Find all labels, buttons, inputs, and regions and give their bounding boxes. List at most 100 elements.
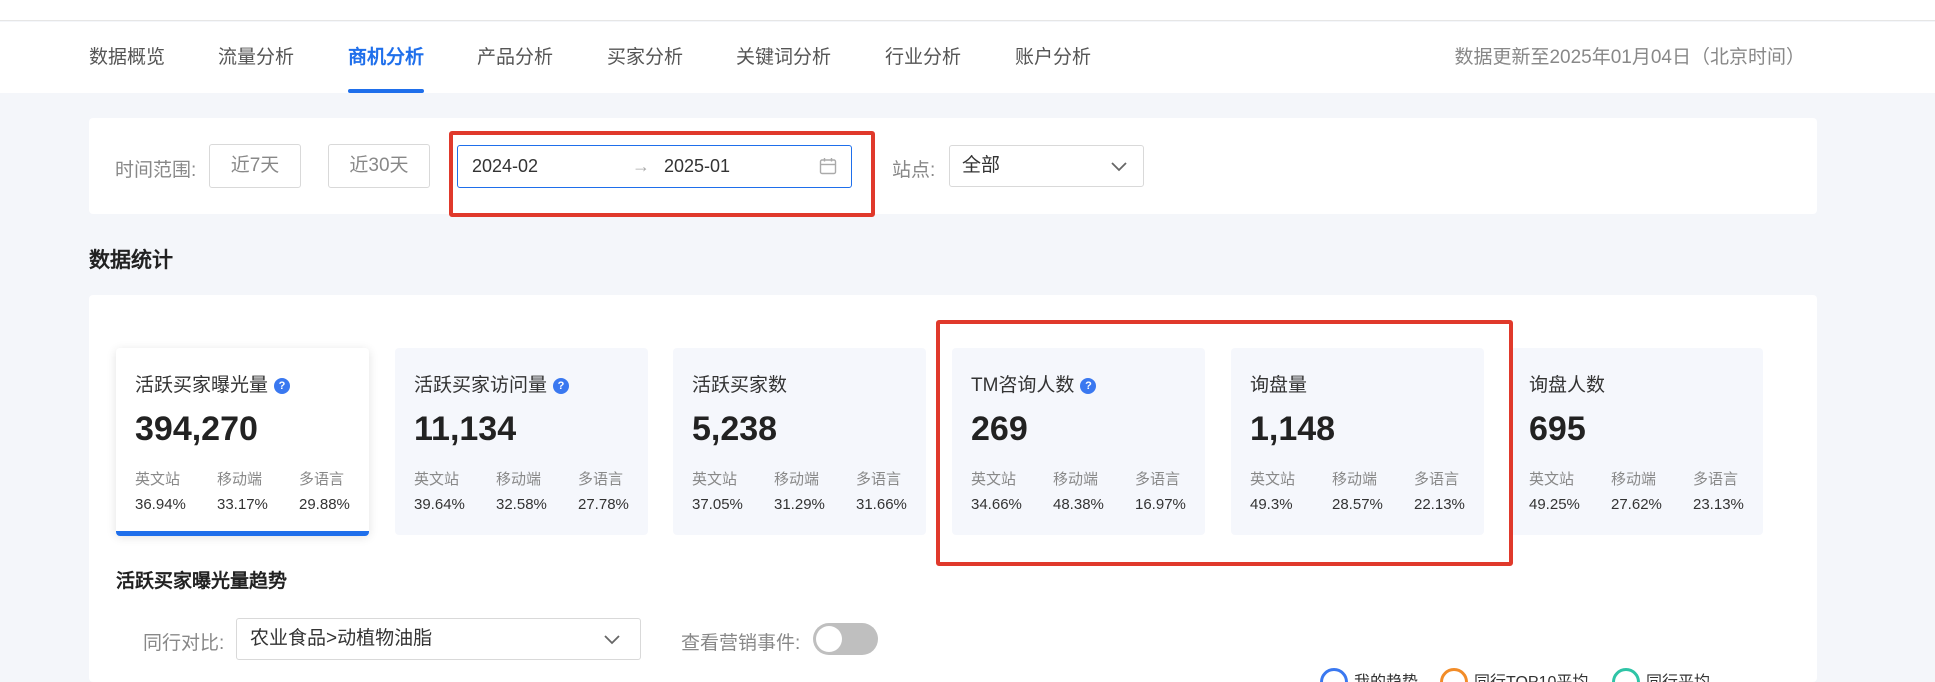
stat-card-share: 多语言 22.13% xyxy=(1414,468,1484,513)
share-value: 32.58% xyxy=(496,496,547,513)
stat-card-share: 移动端 33.17% xyxy=(217,468,287,513)
stat-card-buyer-visits[interactable]: 活跃买家访问量? 11,134 英文站 39.64% 移动端 32.58% 多语言 27.78… xyxy=(395,348,648,535)
share-value: 39.64% xyxy=(414,496,465,513)
help-icon[interactable]: ? xyxy=(553,378,570,394)
stat-card-share: 移动端 28.57% xyxy=(1332,468,1402,513)
stat-card-title: 活跃买家数 xyxy=(692,370,787,397)
tab-keyword-analysis[interactable]: 关键词分析 xyxy=(736,22,831,93)
share-label: 移动端 xyxy=(1332,471,1378,488)
stat-card-value: 269 xyxy=(971,410,1028,448)
date-range-arrow: → xyxy=(632,156,650,176)
share-value: 33.17% xyxy=(217,496,268,513)
chevron-down-icon xyxy=(604,635,620,645)
site-label: 站点: xyxy=(892,160,936,181)
stat-card-title-text: 活跃买家访问量 xyxy=(414,375,548,396)
stat-card-title: 询盘量 xyxy=(1250,370,1307,397)
stat-card-share: 英文站 49.3% xyxy=(1250,468,1320,513)
legend-my-trend[interactable]: 我的趋势 xyxy=(1320,668,1418,682)
share-value: 31.29% xyxy=(774,496,825,513)
share-value: 49.3% xyxy=(1250,496,1293,513)
stat-card-share: 多语言 29.88% xyxy=(299,468,369,513)
stat-card-inquiry-count[interactable]: 询盘量 1,148 英文站 49.3% 移动端 28.57% 多语言 22.13% xyxy=(1231,348,1484,535)
legend-label: 我的趋势 xyxy=(1354,674,1418,682)
share-value: 36.94% xyxy=(135,496,186,513)
share-value: 23.13% xyxy=(1693,496,1744,513)
share-label: 英文站 xyxy=(1250,471,1296,488)
share-label: 移动端 xyxy=(1053,471,1099,488)
stat-card-share: 英文站 36.94% xyxy=(135,468,205,513)
stat-card-title-text: 询盘人数 xyxy=(1529,375,1606,396)
tab-opportunity-analysis[interactable]: 商机分析 xyxy=(348,22,425,93)
peer-compare-value: 农业食品>动植物油脂 xyxy=(250,628,433,649)
stat-card-title: 询盘人数 xyxy=(1529,370,1605,397)
stat-card-value: 394,270 xyxy=(135,410,258,448)
stat-card-tm-inquiries[interactable]: TM咨询人数? 269 英文站 34.66% 移动端 48.38% 多语言 16.97% xyxy=(952,348,1205,535)
stat-card-share: 移动端 32.58% xyxy=(496,468,566,513)
legend-marker-icon xyxy=(1320,668,1348,682)
stat-card-value: 11,134 xyxy=(414,410,517,448)
legend-peer-avg[interactable]: 同行平均 xyxy=(1612,668,1710,682)
stat-card-share: 英文站 39.64% xyxy=(414,468,484,513)
date-range-picker[interactable]: 2024-02 → 2025-01 xyxy=(457,145,852,188)
share-value: 34.66% xyxy=(971,496,1022,513)
stat-card-share: 多语言 23.13% xyxy=(1693,468,1763,513)
share-label: 多语言 xyxy=(1693,471,1739,488)
trend-title: 活跃买家曝光量趋势 xyxy=(116,571,288,592)
site-select[interactable]: 全部 xyxy=(949,145,1144,187)
stat-card-title: 活跃买家访问量? xyxy=(414,370,570,397)
nav-bar: 数据概览 流量分析 商机分析 产品分析 买家分析 关键词分析 行业分析 账户分析… xyxy=(0,22,1935,93)
stat-card-buyer-exposure[interactable]: 活跃买家曝光量? 394,270 英文站 36.94% 移动端 33.17% 多语言 29.8… xyxy=(116,348,369,536)
share-value: 48.38% xyxy=(1053,496,1104,513)
stat-card-share: 移动端 31.29% xyxy=(774,468,844,513)
peer-compare-label: 同行对比: xyxy=(143,633,225,654)
marketing-events-label: 查看营销事件: xyxy=(681,633,801,654)
tab-data-overview[interactable]: 数据概览 xyxy=(89,22,165,93)
share-value: 31.66% xyxy=(856,496,907,513)
legend-label: 同行TOP10平均 xyxy=(1474,674,1588,682)
share-value: 37.05% xyxy=(692,496,743,513)
stat-card-share: 英文站 49.25% xyxy=(1529,468,1599,513)
share-label: 多语言 xyxy=(1135,471,1181,488)
tab-buyer-analysis[interactable]: 买家分析 xyxy=(607,22,683,93)
share-value: 22.13% xyxy=(1414,496,1465,513)
stat-card-share: 多语言 16.97% xyxy=(1135,468,1205,513)
tab-product-analysis[interactable]: 产品分析 xyxy=(477,22,553,93)
share-value: 28.57% xyxy=(1332,496,1383,513)
share-label: 多语言 xyxy=(299,471,345,488)
stat-card-title: 活跃买家曝光量? xyxy=(135,370,291,397)
date-start[interactable]: 2024-02 xyxy=(472,146,538,187)
marketing-events-toggle[interactable] xyxy=(813,623,878,655)
stat-card-share: 英文站 37.05% xyxy=(692,468,762,513)
tab-industry-analysis[interactable]: 行业分析 xyxy=(885,22,961,93)
peer-compare-select[interactable]: 农业食品>动植物油脂 xyxy=(236,618,641,660)
last-7-days-button[interactable]: 近7天 xyxy=(209,144,301,188)
share-label: 英文站 xyxy=(135,471,181,488)
stat-card-active-buyers[interactable]: 活跃买家数 5,238 英文站 37.05% 移动端 31.29% 多语言 31.66% xyxy=(673,348,926,535)
share-label: 多语言 xyxy=(578,471,624,488)
tab-traffic-analysis[interactable]: 流量分析 xyxy=(218,22,294,93)
legend-peer-top10-avg[interactable]: 同行TOP10平均 xyxy=(1440,668,1588,682)
help-icon[interactable]: ? xyxy=(274,378,291,394)
stat-card-title: TM咨询人数? xyxy=(971,370,1097,397)
stat-card-share: 英文站 34.66% xyxy=(971,468,1041,513)
tab-account-analysis[interactable]: 账户分析 xyxy=(1015,22,1091,93)
share-label: 移动端 xyxy=(217,471,263,488)
share-value: 27.62% xyxy=(1611,496,1662,513)
legend-marker-icon xyxy=(1612,668,1640,682)
stats-section-title: 数据统计 xyxy=(89,249,173,272)
stat-card-value: 5,238 xyxy=(692,410,778,448)
help-icon[interactable]: ? xyxy=(1080,378,1097,394)
stat-card-title-text: 活跃买家曝光量 xyxy=(135,375,269,396)
calendar-icon[interactable] xyxy=(819,157,837,175)
stat-card-share: 移动端 48.38% xyxy=(1053,468,1123,513)
stat-card-value: 695 xyxy=(1529,410,1586,448)
stat-card-share: 多语言 31.66% xyxy=(856,468,926,513)
top-bar xyxy=(0,0,1935,21)
last-30-days-button[interactable]: 近30天 xyxy=(328,144,430,188)
stat-card-title-text: TM咨询人数 xyxy=(971,375,1075,396)
date-end[interactable]: 2025-01 xyxy=(664,146,730,187)
share-label: 移动端 xyxy=(774,471,820,488)
stat-card-share: 多语言 27.78% xyxy=(578,468,648,513)
stat-card-inquiry-buyers[interactable]: 询盘人数 695 英文站 49.25% 移动端 27.62% 多语言 23.13% xyxy=(1510,348,1763,535)
share-value: 27.78% xyxy=(578,496,629,513)
